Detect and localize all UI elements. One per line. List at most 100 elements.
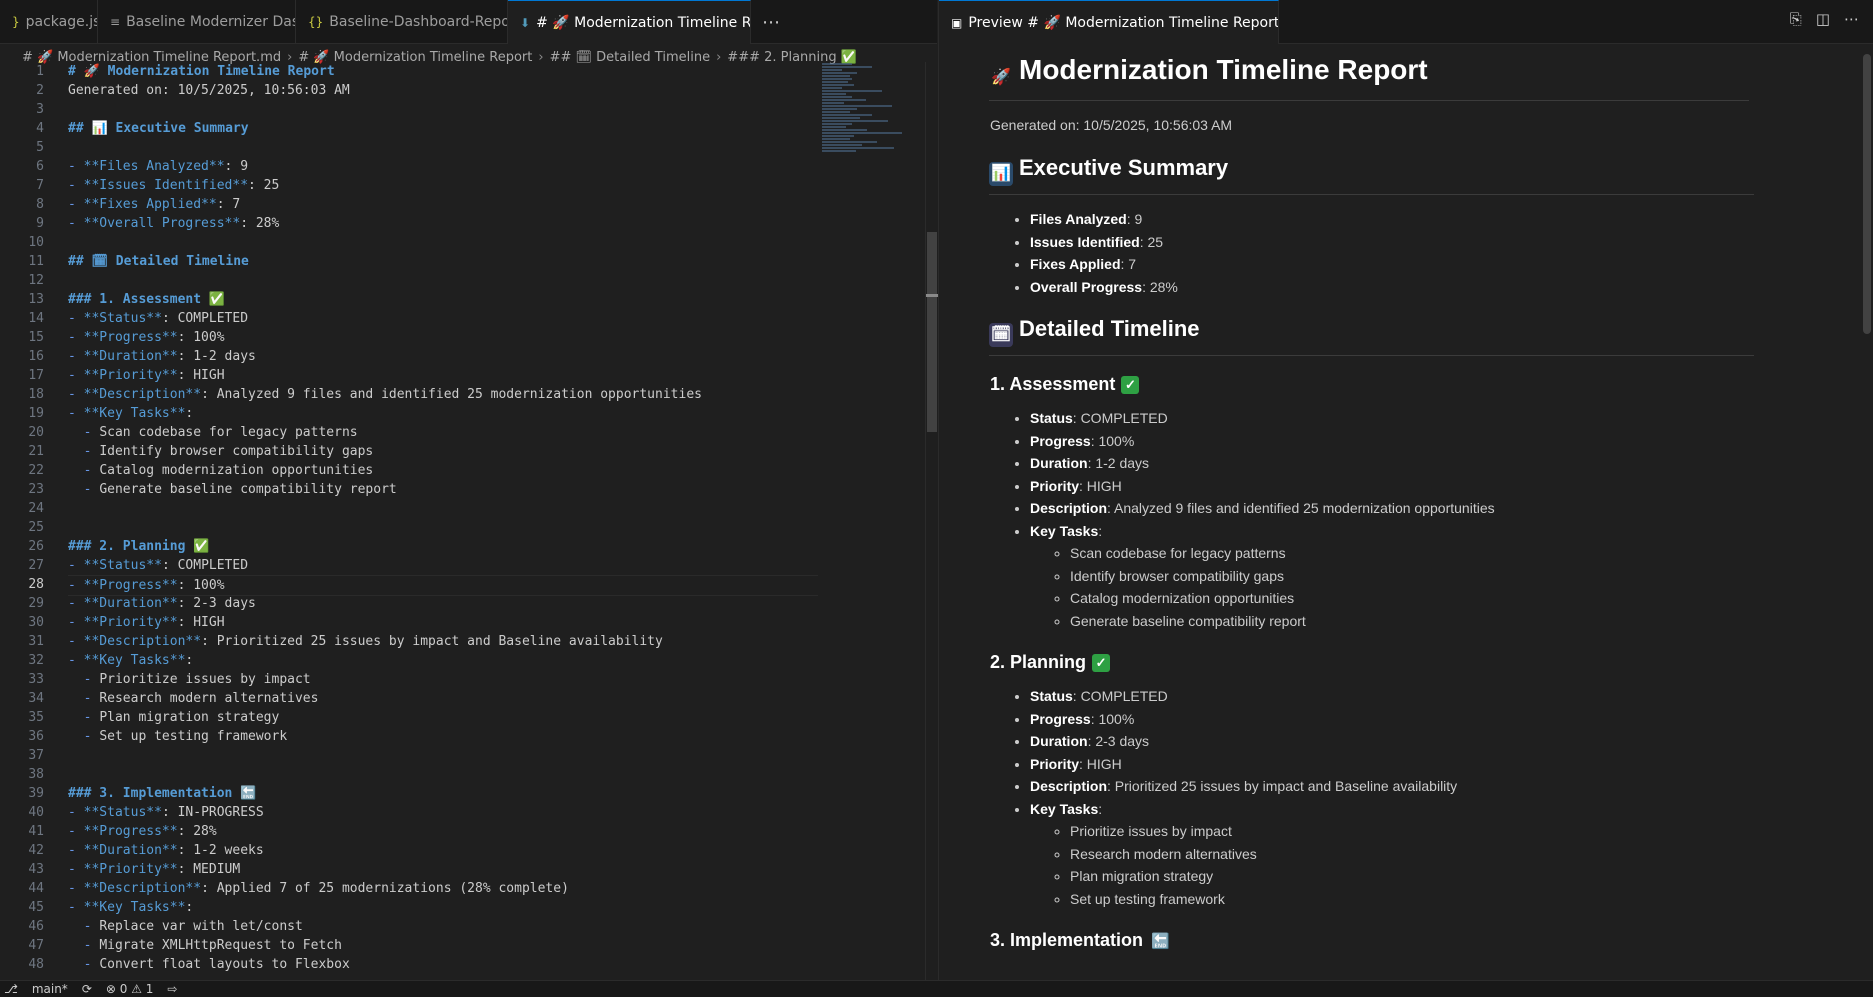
code-line[interactable]: 12 — [0, 271, 925, 290]
section-heading: 📊 Executive Summary — [989, 155, 1754, 195]
code-line[interactable]: 45 - **Key Tasks**: — [0, 898, 925, 917]
rocket-icon: 🚀 — [991, 69, 1011, 86]
markdown-preview[interactable]: 🚀 Modernization Timeline Report Generated … — [939, 44, 1861, 980]
code-line[interactable]: 42 - **Duration**: 1-2 weeks — [0, 841, 925, 860]
list-item: Status: COMPLETED — [1030, 407, 1861, 430]
line-text: - Generate baseline compatibility report — [68, 482, 397, 497]
code-line[interactable]: 43 - **Priority**: MEDIUM — [0, 860, 925, 879]
code-line[interactable]: 47 - Migrate XMLHttpRequest to Fetch — [0, 936, 925, 955]
problems-indicator[interactable]: ⊗ 0 ⚠ 1 — [106, 982, 154, 996]
item-key: Duration — [1030, 733, 1088, 749]
code-line[interactable]: 11 ## 🗓 Detailed Timeline — [0, 252, 925, 271]
line-text: - **Key Tasks**: — [68, 900, 194, 915]
code-line[interactable]: 41 - **Progress**: 28% — [0, 822, 925, 841]
list-item: Overall Progress: 28% — [1030, 276, 1861, 299]
code-line[interactable]: 5 — [0, 138, 925, 157]
code-line[interactable]: 9 - **Overall Progress**: 28% — [0, 214, 925, 233]
list-item: Description: Analyzed 9 files and identi… — [1030, 497, 1861, 520]
more-actions-icon[interactable]: ⋯ — [1844, 10, 1859, 28]
code-line[interactable]: 19 - **Key Tasks**: — [0, 404, 925, 423]
split-editor-icon[interactable]: ◫ — [1816, 10, 1830, 28]
item-key: Status — [1030, 410, 1073, 426]
chart-icon: 📊 — [989, 162, 1013, 186]
code-line[interactable]: 24 — [0, 499, 925, 518]
branch-icon[interactable]: ⎇ — [4, 982, 18, 996]
code-line[interactable]: 34 - Research modern alternatives — [0, 689, 925, 708]
code-line[interactable]: 46 - Replace var with let/const — [0, 917, 925, 936]
code-line[interactable]: 26 ### 2. Planning ✅ — [0, 537, 925, 556]
line-number: 39 — [28, 786, 44, 801]
code-line[interactable]: 32 - **Key Tasks**: — [0, 651, 925, 670]
code-line[interactable]: 25 — [0, 518, 925, 537]
code-line[interactable]: 23 - Generate baseline compatibility rep… — [0, 480, 925, 499]
code-line[interactable]: 15 - **Progress**: 100% — [0, 328, 925, 347]
cursor-marker — [926, 294, 938, 297]
tab-dashboard[interactable]: ≡ Baseline Modernizer Dashboard — [98, 0, 296, 44]
heading-text: Detailed Timeline — [1019, 316, 1200, 341]
line-text: ## 🗓 Detailed Timeline — [68, 254, 249, 269]
tab-package-json[interactable]: } package.json — [0, 0, 98, 44]
preview-scrollbar[interactable] — [1861, 44, 1873, 980]
code-line[interactable]: 10 — [0, 233, 925, 252]
line-number: 4 — [36, 121, 44, 136]
code-editor[interactable]: 1 # 🚀 Modernization Timeline Report 2 Gener… — [0, 62, 925, 980]
list-item: Duration: 1-2 days — [1030, 452, 1861, 475]
tab-preview[interactable]: ▣ Preview # 🚀 Modernization Timeline Repo… — [939, 0, 1279, 44]
line-text: - **Key Tasks**: — [68, 653, 194, 668]
scrollbar-thumb[interactable] — [1863, 54, 1871, 334]
line-text: - Migrate XMLHttpRequest to Fetch — [68, 938, 342, 953]
more-actions-icon[interactable]: ⋯ — [751, 0, 791, 44]
tab-timeline-report-md[interactable]: ⬇# 🚀 Modernization Timeline Report.md✕ — [508, 0, 751, 44]
code-line[interactable]: 27 - **Status**: COMPLETED — [0, 556, 925, 575]
code-line[interactable]: 17 - **Priority**: HIGH — [0, 366, 925, 385]
code-line[interactable]: 4 ## 📊 Executive Summary — [0, 119, 925, 138]
code-line[interactable]: 29 - **Duration**: 2-3 days — [0, 594, 925, 613]
open-source-icon[interactable]: ⎘ — [1790, 10, 1802, 28]
code-line[interactable]: 6 - **Files Analyzed**: 9 — [0, 157, 925, 176]
line-number: 13 — [28, 292, 44, 307]
line-number: 14 — [28, 311, 44, 326]
code-line[interactable]: 48 - Convert float layouts to Flexbox — [0, 955, 925, 974]
code-line[interactable]: 38 — [0, 765, 925, 784]
code-line[interactable]: 2 Generated on: 10/5/2025, 10:56:03 AM — [0, 81, 925, 100]
branch-name[interactable]: main* — [32, 982, 68, 996]
code-line[interactable]: 40 - **Status**: IN-PROGRESS — [0, 803, 925, 822]
list-item: Fixes Applied: 7 — [1030, 253, 1861, 276]
code-line[interactable]: 33 - Prioritize issues by impact — [0, 670, 925, 689]
code-line[interactable]: 18 - **Description**: Analyzed 9 files an… — [0, 385, 925, 404]
editor-scrollbar[interactable] — [925, 62, 938, 980]
code-line[interactable]: 28 - **Progress**: 100% — [0, 575, 925, 596]
tab-dashboard-report-json[interactable]: {} Baseline-Dashboard-Report.json — [296, 0, 508, 44]
code-line[interactable]: 30 - **Priority**: HIGH — [0, 613, 925, 632]
sync-icon[interactable]: ⟳ — [82, 982, 92, 996]
line-text: - **Description**: Applied 7 of 25 moder… — [68, 881, 569, 896]
code-line[interactable]: 21 - Identify browser compatibility gaps — [0, 442, 925, 461]
check-icon: ✓ — [1092, 654, 1111, 672]
code-line[interactable]: 39 ### 3. Implementation 🔚 — [0, 784, 925, 803]
code-line[interactable]: 44 - **Description**: Applied 7 of 25 mod… — [0, 879, 925, 898]
code-line[interactable]: 7 - **Issues Identified**: 25 — [0, 176, 925, 195]
phase-heading: 2. Planning ✓ — [990, 652, 1861, 673]
code-line[interactable]: 13 ### 1. Assessment ✅ — [0, 290, 925, 309]
code-line[interactable]: 14 - **Status**: COMPLETED — [0, 309, 925, 328]
code-line[interactable]: 22 - Catalog modernization opportunities — [0, 461, 925, 480]
code-line[interactable]: 31 - **Description**: Prioritized 25 issu… — [0, 632, 925, 651]
line-number: 19 — [28, 406, 44, 421]
code-line[interactable]: 36 - Set up testing framework — [0, 727, 925, 746]
code-line[interactable]: 20 - Scan codebase for legacy patterns — [0, 423, 925, 442]
scrollbar-thumb[interactable] — [927, 232, 937, 432]
code-line[interactable]: 35 - Plan migration strategy — [0, 708, 925, 727]
ports-icon[interactable]: ⇨ — [167, 982, 177, 996]
minimap[interactable] — [822, 62, 922, 262]
bullet-list: Files Analyzed: 9Issues Identified: 25Fi… — [990, 208, 1861, 298]
list-item: Priority: HIGH — [1030, 753, 1861, 776]
code-line[interactable]: 8 - **Fixes Applied**: 7 — [0, 195, 925, 214]
calendar-icon: 🗓 — [989, 323, 1013, 347]
line-text: - **Status**: IN-PROGRESS — [68, 805, 264, 820]
code-line[interactable]: 37 — [0, 746, 925, 765]
line-text: Generated on: 10/5/2025, 10:56:03 AM — [68, 83, 350, 98]
line-text: - Research modern alternatives — [68, 691, 319, 706]
code-line[interactable]: 16 - **Duration**: 1-2 days — [0, 347, 925, 366]
code-line[interactable]: 1 # 🚀 Modernization Timeline Report — [0, 62, 925, 81]
code-line[interactable]: 3 — [0, 100, 925, 119]
